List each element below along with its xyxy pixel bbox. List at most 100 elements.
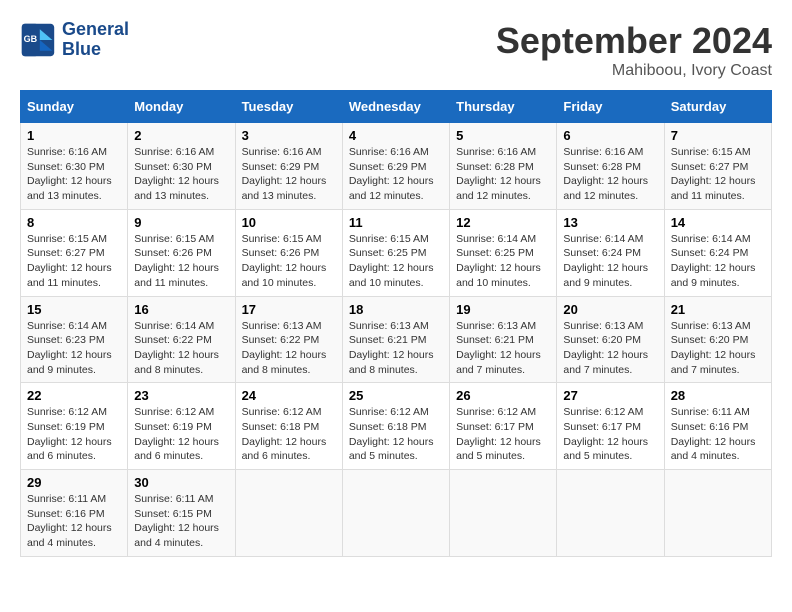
day-number: 1	[27, 128, 121, 143]
day-number: 23	[134, 388, 228, 403]
calendar-cell: 4 Sunrise: 6:16 AMSunset: 6:29 PMDaylight…	[342, 123, 449, 210]
day-info: Sunrise: 6:11 AMSunset: 6:16 PMDaylight:…	[27, 492, 121, 551]
calendar-cell: 9 Sunrise: 6:15 AMSunset: 6:26 PMDaylight…	[128, 209, 235, 296]
day-info: Sunrise: 6:13 AMSunset: 6:21 PMDaylight:…	[456, 319, 550, 378]
day-info: Sunrise: 6:15 AMSunset: 6:27 PMDaylight:…	[671, 145, 765, 204]
day-info: Sunrise: 6:12 AMSunset: 6:19 PMDaylight:…	[27, 405, 121, 464]
day-info: Sunrise: 6:12 AMSunset: 6:17 PMDaylight:…	[563, 405, 657, 464]
calendar-cell: 10 Sunrise: 6:15 AMSunset: 6:26 PMDayligh…	[235, 209, 342, 296]
calendar-cell: 16Sunrise: 6:14 AMSunset: 6:22 PMDayligh…	[128, 296, 235, 383]
day-info: Sunrise: 6:16 AMSunset: 6:28 PMDaylight:…	[563, 145, 657, 204]
day-info: Sunrise: 6:14 AMSunset: 6:22 PMDaylight:…	[134, 319, 228, 378]
day-info: Sunrise: 6:14 AMSunset: 6:23 PMDaylight:…	[27, 319, 121, 378]
day-number: 4	[349, 128, 443, 143]
calendar-cell	[342, 470, 449, 557]
calendar-cell	[450, 470, 557, 557]
day-info: Sunrise: 6:15 AMSunset: 6:26 PMDaylight:…	[134, 232, 228, 291]
calendar-cell: 24 Sunrise: 6:12 AMSunset: 6:18 PMDayligh…	[235, 383, 342, 470]
day-info: Sunrise: 6:12 AMSunset: 6:18 PMDaylight:…	[349, 405, 443, 464]
day-number: 30	[134, 475, 228, 490]
day-info: Sunrise: 6:11 AMSunset: 6:15 PMDaylight:…	[134, 492, 228, 551]
calendar-table: SundayMondayTuesdayWednesdayThursdayFrid…	[20, 90, 772, 557]
day-info: Sunrise: 6:15 AMSunset: 6:26 PMDaylight:…	[242, 232, 336, 291]
day-info: Sunrise: 6:12 AMSunset: 6:19 PMDaylight:…	[134, 405, 228, 464]
calendar-cell: 13Sunrise: 6:14 AMSunset: 6:24 PMDayligh…	[557, 209, 664, 296]
day-number: 24	[242, 388, 336, 403]
calendar-cell: 14Sunrise: 6:14 AMSunset: 6:24 PMDayligh…	[664, 209, 771, 296]
calendar-cell: 17Sunrise: 6:13 AMSunset: 6:22 PMDayligh…	[235, 296, 342, 383]
day-number: 10	[242, 215, 336, 230]
col-header-saturday: Saturday	[664, 91, 771, 123]
location-title: Mahiboou, Ivory Coast	[496, 62, 772, 80]
week-row-5: 29 Sunrise: 6:11 AMSunset: 6:16 PMDayligh…	[21, 470, 772, 557]
col-header-sunday: Sunday	[21, 91, 128, 123]
calendar-cell: 6Sunrise: 6:16 AMSunset: 6:28 PMDaylight…	[557, 123, 664, 210]
calendar-cell	[664, 470, 771, 557]
calendar-cell: 1 Sunrise: 6:16 AMSunset: 6:30 PMDaylight…	[21, 123, 128, 210]
calendar-cell: 22Sunrise: 6:12 AMSunset: 6:19 PMDayligh…	[21, 383, 128, 470]
day-info: Sunrise: 6:12 AMSunset: 6:18 PMDaylight:…	[242, 405, 336, 464]
day-info: Sunrise: 6:16 AMSunset: 6:30 PMDaylight:…	[134, 145, 228, 204]
logo-icon: GB	[20, 22, 56, 58]
day-number: 2	[134, 128, 228, 143]
col-header-friday: Friday	[557, 91, 664, 123]
calendar-cell: 23 Sunrise: 6:12 AMSunset: 6:19 PMDayligh…	[128, 383, 235, 470]
day-info: Sunrise: 6:16 AMSunset: 6:29 PMDaylight:…	[242, 145, 336, 204]
col-header-wednesday: Wednesday	[342, 91, 449, 123]
calendar-cell	[557, 470, 664, 557]
day-number: 21	[671, 302, 765, 317]
day-number: 7	[671, 128, 765, 143]
day-info: Sunrise: 6:13 AMSunset: 6:20 PMDaylight:…	[671, 319, 765, 378]
calendar-cell: 2 Sunrise: 6:16 AMSunset: 6:30 PMDaylight…	[128, 123, 235, 210]
day-number: 8	[27, 215, 121, 230]
calendar-cell: 18 Sunrise: 6:13 AMSunset: 6:21 PMDayligh…	[342, 296, 449, 383]
day-info: Sunrise: 6:15 AMSunset: 6:27 PMDaylight:…	[27, 232, 121, 291]
day-number: 14	[671, 215, 765, 230]
day-info: Sunrise: 6:13 AMSunset: 6:22 PMDaylight:…	[242, 319, 336, 378]
day-number: 28	[671, 388, 765, 403]
calendar-cell	[235, 470, 342, 557]
day-number: 5	[456, 128, 550, 143]
calendar-cell: 12 Sunrise: 6:14 AMSunset: 6:25 PMDayligh…	[450, 209, 557, 296]
calendar-cell: 7 Sunrise: 6:15 AMSunset: 6:27 PMDaylight…	[664, 123, 771, 210]
week-row-3: 15 Sunrise: 6:14 AMSunset: 6:23 PMDayligh…	[21, 296, 772, 383]
day-info: Sunrise: 6:12 AMSunset: 6:17 PMDaylight:…	[456, 405, 550, 464]
day-number: 29	[27, 475, 121, 490]
day-number: 26	[456, 388, 550, 403]
day-number: 19	[456, 302, 550, 317]
calendar-cell: 8 Sunrise: 6:15 AMSunset: 6:27 PMDaylight…	[21, 209, 128, 296]
calendar-header-row: SundayMondayTuesdayWednesdayThursdayFrid…	[21, 91, 772, 123]
day-number: 9	[134, 215, 228, 230]
day-info: Sunrise: 6:15 AMSunset: 6:25 PMDaylight:…	[349, 232, 443, 291]
calendar-cell: 29 Sunrise: 6:11 AMSunset: 6:16 PMDayligh…	[21, 470, 128, 557]
calendar-cell: 30 Sunrise: 6:11 AMSunset: 6:15 PMDayligh…	[128, 470, 235, 557]
calendar-cell: 15 Sunrise: 6:14 AMSunset: 6:23 PMDayligh…	[21, 296, 128, 383]
title-block: September 2024 Mahiboou, Ivory Coast	[496, 20, 772, 80]
day-info: Sunrise: 6:16 AMSunset: 6:29 PMDaylight:…	[349, 145, 443, 204]
col-header-monday: Monday	[128, 91, 235, 123]
week-row-1: 1 Sunrise: 6:16 AMSunset: 6:30 PMDaylight…	[21, 123, 772, 210]
day-number: 25	[349, 388, 443, 403]
svg-text:GB: GB	[24, 34, 38, 44]
month-title: September 2024	[496, 20, 772, 62]
calendar-cell: 26 Sunrise: 6:12 AMSunset: 6:17 PMDayligh…	[450, 383, 557, 470]
day-info: Sunrise: 6:14 AMSunset: 6:25 PMDaylight:…	[456, 232, 550, 291]
day-number: 15	[27, 302, 121, 317]
day-number: 20	[563, 302, 657, 317]
day-info: Sunrise: 6:14 AMSunset: 6:24 PMDaylight:…	[563, 232, 657, 291]
day-info: Sunrise: 6:16 AMSunset: 6:28 PMDaylight:…	[456, 145, 550, 204]
day-number: 11	[349, 215, 443, 230]
logo: GB GeneralBlue	[20, 20, 129, 60]
calendar-cell: 20Sunrise: 6:13 AMSunset: 6:20 PMDayligh…	[557, 296, 664, 383]
calendar-cell: 28 Sunrise: 6:11 AMSunset: 6:16 PMDayligh…	[664, 383, 771, 470]
day-number: 3	[242, 128, 336, 143]
calendar-cell: 25 Sunrise: 6:12 AMSunset: 6:18 PMDayligh…	[342, 383, 449, 470]
calendar-cell: 19 Sunrise: 6:13 AMSunset: 6:21 PMDayligh…	[450, 296, 557, 383]
day-info: Sunrise: 6:13 AMSunset: 6:21 PMDaylight:…	[349, 319, 443, 378]
day-number: 18	[349, 302, 443, 317]
day-number: 12	[456, 215, 550, 230]
day-info: Sunrise: 6:11 AMSunset: 6:16 PMDaylight:…	[671, 405, 765, 464]
logo-text: GeneralBlue	[62, 20, 129, 60]
col-header-thursday: Thursday	[450, 91, 557, 123]
day-info: Sunrise: 6:16 AMSunset: 6:30 PMDaylight:…	[27, 145, 121, 204]
